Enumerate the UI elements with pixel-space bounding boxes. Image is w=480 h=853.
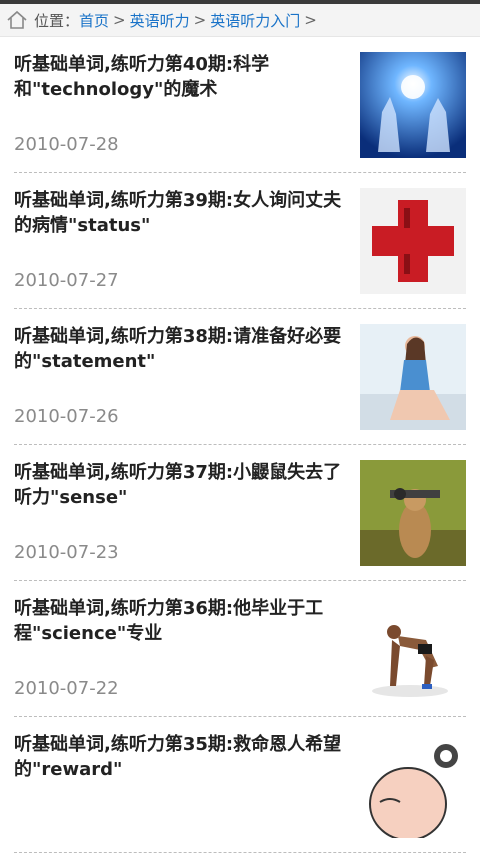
hands-light-image[interactable] <box>360 52 466 158</box>
list-item[interactable]: 听基础单词,练听力第37期:小鼹鼠失去了听力"sense" 2010-07-23 <box>14 445 466 581</box>
woman-sitting-image[interactable] <box>360 324 466 430</box>
article-date: 2010-07-22 <box>14 678 119 699</box>
breadcrumb-link-listening[interactable]: 英语听力 <box>130 10 190 31</box>
list-item[interactable]: 听基础单词,练听力第38期:请准备好必要的"statement" 2010-07… <box>14 309 466 445</box>
article-title[interactable]: 听基础单词,练听力第35期:救命恩人希望的"reward" <box>14 732 344 782</box>
gopher-image[interactable] <box>360 460 466 566</box>
list-item[interactable]: 听基础单词,练听力第39期:女人询问丈夫的病情"status" 2010-07-… <box>14 173 466 309</box>
red-cross-image[interactable] <box>360 188 466 294</box>
breadcrumb: 位置： 首页 > 英语听力 > 英语听力入门 > <box>0 4 480 37</box>
breadcrumb-link-home[interactable]: 首页 <box>79 10 109 31</box>
article-title[interactable]: 听基础单词,练听力第38期:请准备好必要的"statement" <box>14 324 344 374</box>
breadcrumb-separator: > <box>304 11 317 29</box>
article-title[interactable]: 听基础单词,练听力第40期:科学和"technology"的魔术 <box>14 52 344 102</box>
breadcrumb-separator: > <box>193 11 207 29</box>
list-item[interactable]: 听基础单词,练听力第36期:他毕业于工程"science"专业 2010-07-… <box>14 581 466 717</box>
article-date: 2010-07-28 <box>14 134 119 155</box>
article-title[interactable]: 听基础单词,练听力第37期:小鼹鼠失去了听力"sense" <box>14 460 344 510</box>
home-icon[interactable] <box>6 9 28 31</box>
sprinter-image[interactable] <box>360 596 466 702</box>
article-date: 2010-07-23 <box>14 542 119 563</box>
article-date: 2010-07-27 <box>14 270 119 291</box>
list-item[interactable]: 听基础单词,练听力第40期:科学和"technology"的魔术 2010-07… <box>14 37 466 173</box>
breadcrumb-link-intro[interactable]: 英语听力入门 <box>210 10 300 31</box>
article-list: 听基础单词,练听力第40期:科学和"technology"的魔术 2010-07… <box>0 37 480 853</box>
article-title[interactable]: 听基础单词,练听力第39期:女人询问丈夫的病情"status" <box>14 188 344 238</box>
breadcrumb-prefix: 位置： <box>34 11 80 30</box>
article-date: 2010-07-26 <box>14 406 119 427</box>
cartoon-face-image[interactable] <box>360 732 466 838</box>
article-title[interactable]: 听基础单词,练听力第36期:他毕业于工程"science"专业 <box>14 596 344 646</box>
breadcrumb-separator: > <box>113 11 126 29</box>
list-item[interactable]: 听基础单词,练听力第35期:救命恩人希望的"reward" <box>14 717 466 853</box>
